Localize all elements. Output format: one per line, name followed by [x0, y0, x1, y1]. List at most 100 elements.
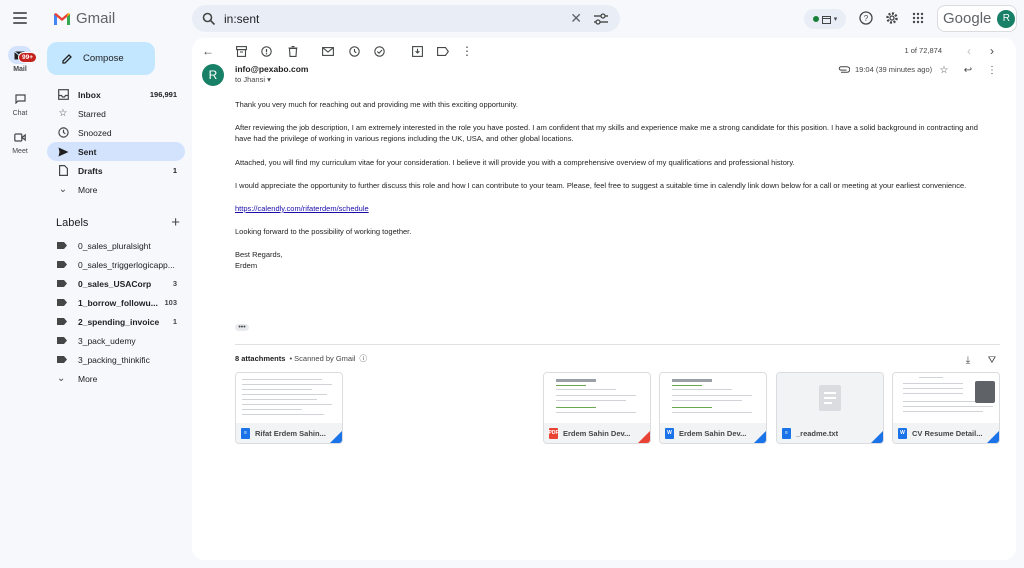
nav-drafts[interactable]: Drafts 1 [47, 161, 185, 180]
settings-gear-icon[interactable] [884, 10, 900, 26]
apps-grid-icon[interactable] [910, 10, 926, 26]
search-options-icon[interactable] [594, 12, 608, 25]
label-item[interactable]: 0_sales_triggerlogicapp... [47, 255, 185, 274]
older-chevron-icon[interactable]: › [985, 44, 999, 58]
calendar-icon [821, 15, 831, 24]
nav-starred[interactable]: ☆ Starred [47, 104, 185, 123]
nav-snoozed[interactable]: Snoozed [47, 123, 185, 142]
report-spam-icon[interactable] [259, 44, 273, 58]
recipient-text: to Jhansi [235, 75, 266, 84]
nav-sent[interactable]: Sent [47, 142, 185, 161]
label-item[interactable]: 0_sales_USACorp 3 [47, 274, 185, 293]
search-input[interactable]: in:sent [224, 12, 570, 26]
body-paragraph: Looking forward to the possibility of wo… [235, 227, 412, 236]
labels-title: Labels [56, 216, 89, 229]
compose-button[interactable]: Compose [47, 42, 155, 75]
nav-label: Sent [78, 146, 97, 157]
label-icon [57, 356, 67, 363]
nav-inbox[interactable]: Inbox 196,991 [47, 85, 185, 104]
snooze-icon[interactable] [347, 44, 361, 58]
attachment-card[interactable]: ≡ _readme.txt [776, 372, 884, 444]
chevron-down-icon: ▾ [267, 75, 271, 84]
attachment-preview [236, 373, 342, 423]
body-paragraph: Attached, you will find my curriculum vi… [235, 158, 795, 167]
label-item[interactable]: 2_spending_invoice 1 [47, 312, 185, 331]
label-item[interactable]: 0_sales_pluralsight [47, 236, 185, 255]
sender-avatar[interactable]: R [202, 64, 224, 86]
search-bar[interactable]: in:sent ✕ [192, 5, 620, 32]
help-icon[interactable]: ? [858, 10, 874, 26]
attachment-name: Rifat Erdem Sahin... [255, 428, 326, 438]
body-paragraph: https://calendly.com/rifaterdem/schedule [235, 203, 995, 214]
resume-photo [975, 381, 995, 403]
reply-icon[interactable]: ↩ [962, 64, 974, 76]
chat-icon [8, 90, 32, 108]
label-item[interactable]: 3_packing_thinkific [47, 350, 185, 369]
attachment-card[interactable]: W CV Resume Detail... [892, 372, 1000, 444]
back-arrow-icon[interactable]: ← [201, 44, 215, 58]
label-icon [57, 242, 67, 249]
more-options-icon[interactable]: ⋮ [986, 64, 998, 76]
move-to-icon[interactable] [410, 44, 424, 58]
label-item[interactable]: 1_borrow_followu... 103 [47, 293, 185, 312]
attachment-name: CV Resume Detail... [912, 428, 983, 438]
rail-meet[interactable]: Meet [0, 128, 40, 155]
label-icon [57, 318, 67, 325]
newer-chevron-icon[interactable]: ‹ [962, 44, 976, 58]
body-paragraph: Best Regards, [235, 250, 283, 259]
more-options-icon[interactable]: ⋮ [460, 44, 474, 58]
main-menu-icon[interactable] [12, 10, 28, 26]
gmail-logo[interactable]: Gmail [53, 10, 115, 27]
label-icon[interactable] [436, 44, 450, 58]
show-trimmed-content-button[interactable]: ••• [235, 324, 249, 331]
attachment-card[interactable]: ≡ Rifat Erdem Sahin... [235, 372, 343, 444]
mark-unread-icon[interactable] [321, 44, 335, 58]
archive-icon[interactable] [234, 44, 248, 58]
download-all-icon[interactable]: ⤓ [962, 354, 974, 366]
add-to-drive-icon[interactable]: ⛛ [986, 354, 998, 366]
status-selector[interactable]: ▾ [804, 9, 846, 29]
inbox-icon [57, 89, 69, 101]
label-name: 3_pack_udemy [78, 335, 136, 346]
nav-label: Starred [78, 108, 106, 119]
attachment-card[interactable]: W Erdem Sahin Dev... [659, 372, 767, 444]
info-icon[interactable]: ⓘ [359, 353, 367, 364]
attachment-footer: ≡ Rifat Erdem Sahin... [236, 423, 342, 443]
text-file-icon: ≡ [782, 427, 791, 439]
star-icon[interactable]: ☆ [938, 64, 950, 76]
attachment-footer: PDF Erdem Sahin Dev... [544, 423, 650, 443]
label-name: 2_spending_invoice [78, 316, 160, 327]
attachment-icon [838, 66, 850, 73]
nav-more[interactable]: ⌄ More [47, 180, 185, 199]
body-paragraph: I would appreciate the opportunity to fu… [235, 181, 967, 190]
recipient-line[interactable]: to Jhansi ▾ [235, 75, 271, 84]
file-type-corner [638, 431, 650, 443]
nav-label: Drafts [78, 165, 103, 176]
add-label-icon[interactable]: + [171, 214, 180, 231]
clear-search-icon[interactable]: ✕ [570, 10, 582, 27]
labels-header: Labels + [56, 214, 180, 231]
file-type-corner [871, 431, 883, 443]
search-icon[interactable] [202, 12, 216, 26]
send-icon [57, 146, 69, 158]
label-item[interactable]: 3_pack_udemy [47, 331, 185, 350]
pager-count: 1 of 72,874 [904, 46, 942, 55]
sender-email[interactable]: info@pexabo.com [235, 64, 308, 74]
rail-chat[interactable]: Chat [0, 90, 40, 117]
attachments-header: 8 attachments • Scanned by Gmail ⓘ [235, 353, 367, 364]
rail-mail[interactable]: 99+ Mail [0, 46, 40, 73]
label-count: 1 [172, 317, 177, 326]
attachment-footer: ≡ _readme.txt [777, 423, 883, 443]
label-name: 0_sales_triggerlogicapp... [78, 259, 175, 270]
chevron-down-icon: ⌄ [58, 184, 68, 195]
unread-badge: 99+ [18, 52, 38, 63]
calendly-link[interactable]: https://calendly.com/rifaterdem/schedule [235, 204, 369, 213]
clock-icon [57, 127, 69, 139]
add-task-icon[interactable] [373, 44, 387, 58]
delete-icon[interactable] [286, 44, 300, 58]
google-account-button[interactable]: Google R [937, 5, 1017, 32]
account-avatar[interactable]: R [997, 9, 1016, 28]
labels-more[interactable]: ⌄ More [47, 369, 185, 388]
attachment-card[interactable]: PDF Erdem Sahin Dev... [543, 372, 651, 444]
nav-label: Snoozed [78, 127, 112, 138]
